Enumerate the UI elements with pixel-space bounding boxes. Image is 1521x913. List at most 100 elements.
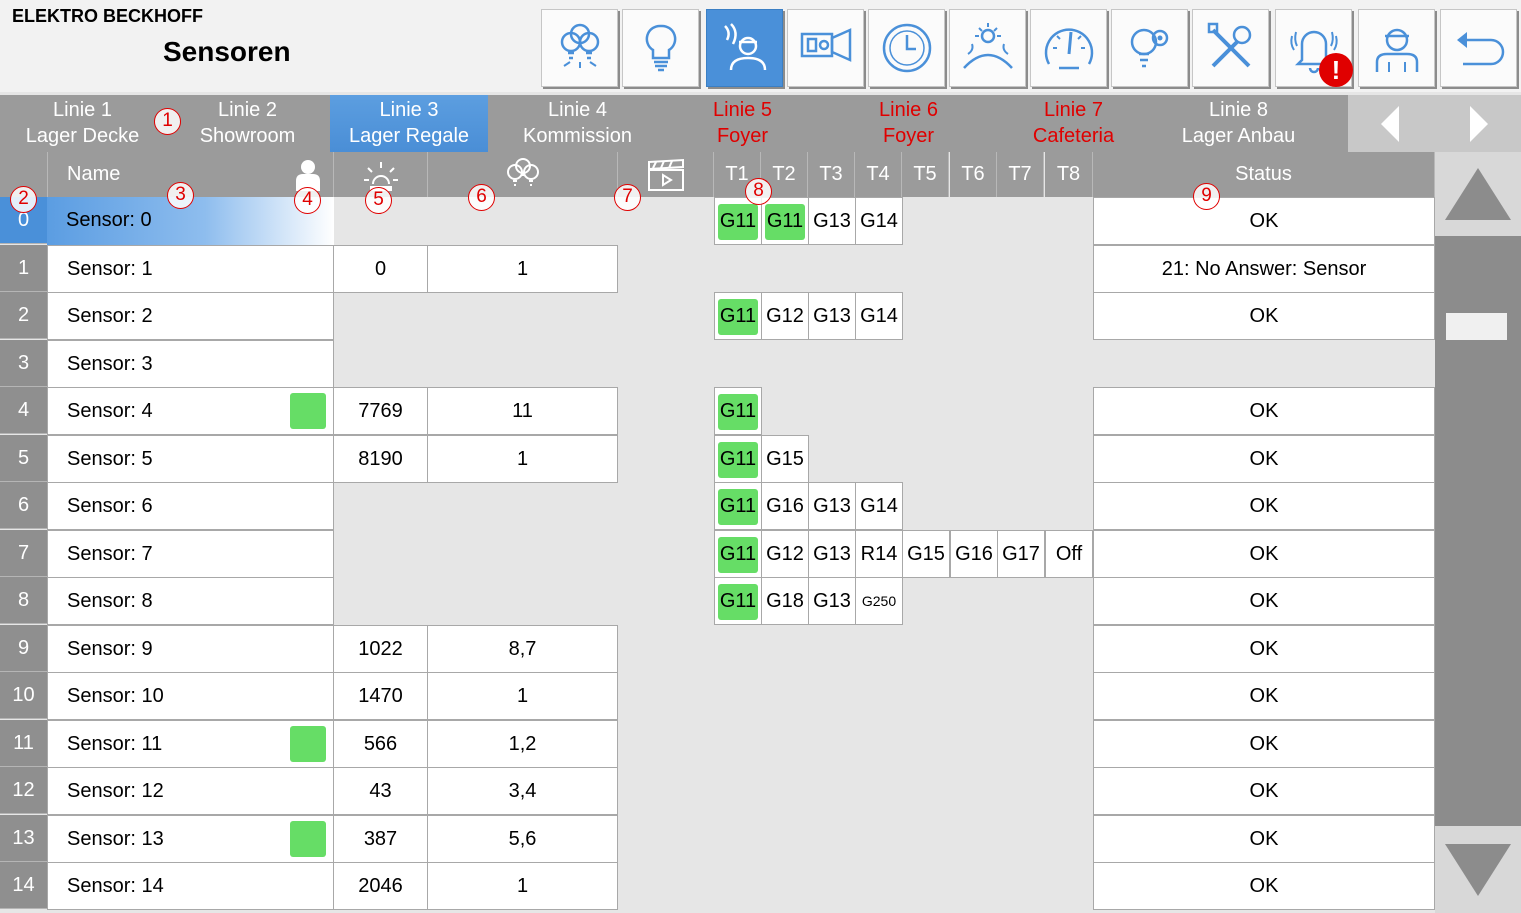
- row-number[interactable]: 3: [0, 340, 47, 387]
- group-factor-value[interactable]: 5,6: [427, 815, 618, 863]
- brightness-value[interactable]: 43: [333, 767, 428, 815]
- target-group-cell-t4[interactable]: G250: [855, 577, 903, 625]
- toolbar-button-presence-sensor[interactable]: [706, 9, 783, 87]
- col-header-t8[interactable]: T8: [1045, 152, 1093, 197]
- sensor-name-cell[interactable]: Sensor: 2: [47, 292, 334, 340]
- scroll-down-button[interactable]: [1435, 826, 1521, 913]
- target-group-cell-t1[interactable]: G11: [714, 387, 762, 435]
- sensor-name-cell[interactable]: Sensor: 5: [47, 435, 334, 483]
- target-group-cell-t1[interactable]: G11: [714, 292, 762, 340]
- row-number[interactable]: 1: [0, 245, 47, 292]
- sensor-name-cell[interactable]: Sensor: 3: [47, 340, 334, 388]
- group-factor-value[interactable]: 8,7: [427, 625, 618, 673]
- target-group-cell-t3[interactable]: G13: [808, 530, 856, 578]
- target-group-cell-t2[interactable]: G12: [761, 530, 809, 578]
- brightness-value[interactable]: 566: [333, 720, 428, 768]
- target-group-cell-t2[interactable]: G15: [761, 435, 809, 483]
- toolbar-button-tools[interactable]: [1192, 9, 1269, 87]
- tab-prev-button[interactable]: [1348, 95, 1434, 152]
- toolbar-button-back[interactable]: [1440, 9, 1517, 87]
- target-group-cell-t1[interactable]: G11: [714, 482, 762, 530]
- target-group-cell-t1[interactable]: G11: [714, 530, 762, 578]
- tab-next-button[interactable]: [1435, 95, 1521, 152]
- tab-linie-3[interactable]: Linie 3 Lager Regale: [330, 95, 488, 152]
- col-header-status[interactable]: Status: [1093, 152, 1435, 197]
- sensor-name-cell[interactable]: Sensor: 7: [47, 530, 334, 578]
- target-group-cell-t4[interactable]: G14: [855, 197, 903, 245]
- brightness-value[interactable]: 8190: [333, 435, 428, 483]
- group-factor-value[interactable]: 11: [427, 387, 618, 435]
- brightness-value[interactable]: 0: [333, 245, 428, 293]
- brightness-value[interactable]: 7769: [333, 387, 428, 435]
- target-group-cell-t6[interactable]: G16: [950, 530, 998, 578]
- brightness-value[interactable]: 2046: [333, 862, 428, 910]
- row-number[interactable]: 9: [0, 625, 47, 672]
- target-group-cell-t4[interactable]: G14: [855, 292, 903, 340]
- tab-linie-6[interactable]: Linie 6 Foyer: [826, 95, 991, 152]
- sensor-name-cell[interactable]: Sensor: 6: [47, 482, 334, 530]
- row-number[interactable]: 14: [0, 862, 47, 909]
- row-number[interactable]: 11: [0, 720, 47, 767]
- sensor-name-cell[interactable]: Sensor: 9: [47, 625, 334, 673]
- row-number[interactable]: 8: [0, 577, 47, 624]
- tab-linie-5[interactable]: Linie 5 Foyer: [660, 95, 825, 152]
- sensor-name-cell[interactable]: Sensor: 12: [47, 767, 334, 815]
- scrollbar-thumb[interactable]: [1446, 313, 1507, 340]
- group-factor-value[interactable]: 1,2: [427, 720, 618, 768]
- tab-linie-4[interactable]: Linie 4 Kommission: [495, 95, 660, 152]
- row-number[interactable]: 6: [0, 482, 47, 529]
- col-header-t7[interactable]: T7: [997, 152, 1044, 197]
- target-group-cell-t5[interactable]: G15: [902, 530, 950, 578]
- col-header-t4[interactable]: T4: [855, 152, 902, 197]
- toolbar-button-light-settings[interactable]: [1111, 9, 1188, 87]
- target-group-cell-t3[interactable]: G13: [808, 292, 856, 340]
- target-group-cell-t4[interactable]: R14: [855, 530, 903, 578]
- col-header-t5[interactable]: T5: [902, 152, 949, 197]
- target-group-cell-t3[interactable]: G13: [808, 482, 856, 530]
- toolbar-button-light-groups[interactable]: [541, 9, 618, 87]
- brightness-value[interactable]: 1022: [333, 625, 428, 673]
- group-factor-value[interactable]: 1: [427, 435, 618, 483]
- col-header-groups[interactable]: [428, 152, 618, 197]
- row-number[interactable]: 10: [0, 672, 47, 719]
- target-group-cell-t7[interactable]: G17: [997, 530, 1045, 578]
- target-group-cell-t1[interactable]: G11: [714, 577, 762, 625]
- toolbar-button-sun-moon[interactable]: [949, 9, 1026, 87]
- row-number[interactable]: 4: [0, 387, 47, 434]
- tab-linie-7[interactable]: Linie 7 Cafeteria: [991, 95, 1156, 152]
- sensor-name-cell[interactable]: Sensor: 14: [47, 862, 334, 910]
- group-factor-value[interactable]: 3,4: [427, 767, 618, 815]
- target-group-cell-t1[interactable]: G11: [714, 435, 762, 483]
- toolbar-button-clock[interactable]: [868, 9, 945, 87]
- target-group-cell-t8[interactable]: Off: [1045, 530, 1093, 578]
- target-group-cell-t3[interactable]: G13: [808, 197, 856, 245]
- toolbar-button-gauge[interactable]: [1030, 9, 1107, 87]
- group-factor-value[interactable]: 1: [427, 672, 618, 720]
- sensor-name-cell[interactable]: Sensor: 8: [47, 577, 334, 625]
- row-number[interactable]: 2: [0, 292, 47, 339]
- target-group-cell-t2[interactable]: G11: [761, 197, 809, 245]
- col-header-t3[interactable]: T3: [808, 152, 855, 197]
- tab-linie-2[interactable]: Linie 2 Showroom: [165, 95, 330, 152]
- group-factor-value[interactable]: 1: [427, 245, 618, 293]
- tab-linie-1[interactable]: Linie 1 Lager Decke: [0, 95, 165, 152]
- toolbar-button-user[interactable]: [1358, 9, 1435, 87]
- row-number[interactable]: 13: [0, 815, 47, 862]
- sensor-name-cell[interactable]: Sensor: 1: [47, 245, 334, 293]
- group-factor-value[interactable]: 1: [427, 862, 618, 910]
- row-number[interactable]: 5: [0, 435, 47, 482]
- scroll-up-button[interactable]: [1435, 152, 1521, 236]
- toolbar-button-projector[interactable]: [787, 9, 864, 87]
- target-group-cell-t2[interactable]: G16: [761, 482, 809, 530]
- target-group-cell-t3[interactable]: G13: [808, 577, 856, 625]
- scrollbar[interactable]: [1435, 152, 1521, 913]
- target-group-cell-t4[interactable]: G14: [855, 482, 903, 530]
- tab-linie-8[interactable]: Linie 8 Lager Anbau: [1156, 95, 1321, 152]
- row-number[interactable]: 12: [0, 767, 47, 814]
- brightness-value[interactable]: 1470: [333, 672, 428, 720]
- sensor-name-cell[interactable]: Sensor: 10: [47, 672, 334, 720]
- col-header-t6[interactable]: T6: [950, 152, 997, 197]
- toolbar-button-bulb[interactable]: [622, 9, 699, 87]
- brightness-value[interactable]: 387: [333, 815, 428, 863]
- target-group-cell-t2[interactable]: G18: [761, 577, 809, 625]
